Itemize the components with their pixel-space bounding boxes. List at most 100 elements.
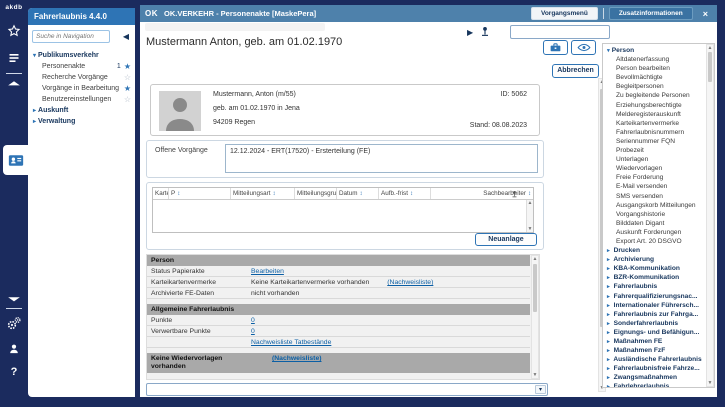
detail-link[interactable]: (Nachweisliste) xyxy=(387,277,433,287)
rp-item[interactable]: Bevollmächtigte xyxy=(603,73,705,82)
table-column-header[interactable]: Datum ↕ xyxy=(337,188,379,199)
detail-link[interactable]: 0 xyxy=(251,315,255,325)
table-column-header[interactable]: Mitteilungsart ↕ xyxy=(231,188,295,199)
detail-link[interactable]: 0 xyxy=(251,326,255,336)
rp-group[interactable]: ▸ Archivierung xyxy=(603,255,705,264)
menu-list-icon[interactable] xyxy=(0,52,28,64)
sort-icon[interactable]: ↕ xyxy=(410,191,413,197)
rp-group[interactable]: ▸ Fahrerlaubnis xyxy=(603,282,705,291)
open-case-entry[interactable]: 12.12.2024 - ERT(17520) - Ersterteilung … xyxy=(230,147,533,156)
rp-item[interactable]: Probezeit xyxy=(603,146,705,155)
scroll-down-icon[interactable]: ▼ xyxy=(527,226,533,232)
rp-group[interactable]: ▸ Internationaler Führersch... xyxy=(603,301,705,310)
rp-item[interactable]: SMS versenden xyxy=(603,192,705,201)
rp-item[interactable]: E-Mail versenden xyxy=(603,182,705,191)
user-icon[interactable] xyxy=(0,342,28,356)
rp-group-person[interactable]: ▾Person xyxy=(603,46,705,55)
nav-item[interactable]: Benutzereinstellungen xyxy=(28,94,135,105)
rp-item[interactable]: Freie Forderung xyxy=(603,173,705,182)
nav-search-input[interactable] xyxy=(32,30,110,43)
vorgangsmenu-button[interactable]: Vorgangsmenü xyxy=(531,7,598,20)
table-column-header[interactable]: Aufb.-frist ↕ xyxy=(379,188,431,199)
neuanlage-button[interactable]: Neuanlage xyxy=(475,233,537,246)
active-tab-personenakte[interactable] xyxy=(3,145,28,175)
rp-group[interactable]: ▸ Maßnahmen FzF xyxy=(603,346,705,355)
cancel-button[interactable]: Abbrechen xyxy=(552,64,599,78)
table-column-header[interactable]: Karteikartenvermerk ↕ xyxy=(153,188,169,199)
expand-icon[interactable]: ▶ xyxy=(467,28,473,37)
chevron-up-icon[interactable] xyxy=(0,79,28,87)
rp-item[interactable]: Ausgangskorb Mitteilungen xyxy=(603,201,705,210)
rp-scrollbar[interactable]: ▲ ▼ xyxy=(706,44,714,387)
rp-group[interactable]: ▸ Eignungs- und Befähigun... xyxy=(603,328,705,337)
rp-group[interactable]: ▸ BZR-Kommunikation xyxy=(603,273,705,282)
collapse-panel-icon[interactable]: ◀ xyxy=(123,32,129,41)
scrollbar-thumb[interactable] xyxy=(533,264,537,312)
sort-icon[interactable]: ↕ xyxy=(528,191,531,197)
rp-group[interactable]: ▸ Fahrerlaubnis zur Fahrga... xyxy=(603,310,705,319)
rp-item[interactable]: Unterlagen xyxy=(603,155,705,164)
rp-item[interactable]: Vorgangshistorie xyxy=(603,210,705,219)
zusatzinformationen-button[interactable]: Zusatzinformationen xyxy=(609,7,693,20)
rp-group[interactable]: ▸ Zwangsmaßnahmen xyxy=(603,373,705,382)
favorite-star-icon[interactable] xyxy=(124,94,131,106)
rp-item[interactable]: Erziehungsberechtigte xyxy=(603,101,705,110)
nachweisliste-link[interactable]: (Nachweisliste) xyxy=(272,355,321,371)
rp-item[interactable]: Person bearbeiten xyxy=(603,64,705,73)
rp-group[interactable]: ▸ KBA-Kommunikation xyxy=(603,264,705,273)
scroll-up-icon[interactable]: ▲ xyxy=(532,256,538,262)
table-scrollbar[interactable]: ▲ ▼ xyxy=(526,200,533,232)
rp-group[interactable]: ▸ Fahrerqualifizierungsnac... xyxy=(603,292,705,301)
rp-item[interactable]: Auskunft Forderungen xyxy=(603,228,705,237)
rp-item[interactable]: Seriennummer FQN xyxy=(603,137,705,146)
briefcase-button[interactable] xyxy=(543,40,568,55)
scroll-up-icon[interactable]: ▲ xyxy=(527,200,533,206)
nav-group-verwaltung[interactable]: ▸Verwaltung xyxy=(28,116,135,127)
rp-item[interactable]: Melderegisterauskunft xyxy=(603,110,705,119)
chevron-down-icon[interactable] xyxy=(0,295,28,303)
pin-icon[interactable] xyxy=(480,25,490,43)
rp-group[interactable]: ▸ Drucken xyxy=(603,246,705,255)
sort-icon[interactable]: ↕ xyxy=(272,191,275,197)
rp-group[interactable]: ▸ Ausländische Fahrerlaubnis xyxy=(603,355,705,364)
rp-item[interactable]: Altdatenerfassung xyxy=(603,55,705,64)
karteikarten-table: Karteikartenvermerk ↕ P ↕ Mitteilungsart xyxy=(152,187,534,233)
rp-item[interactable]: Begleitpersonen xyxy=(603,82,705,91)
scroll-up-icon[interactable]: ▲ xyxy=(707,45,713,51)
rp-item[interactable]: Karteikartenvermerke xyxy=(603,119,705,128)
open-cases-listbox[interactable]: 12.12.2024 - ERT(17520) - Ersterteilung … xyxy=(225,144,538,173)
details-scrollbar[interactable]: ▲ ▼ xyxy=(531,255,539,379)
dropdown-icon[interactable]: ▾ xyxy=(535,385,546,394)
pin-column-icon[interactable] xyxy=(509,188,525,200)
settings-gears-icon[interactable] xyxy=(0,315,28,331)
scrollbar-thumb[interactable] xyxy=(708,52,712,82)
rp-item[interactable]: Export Art. 20 DSGVO xyxy=(603,237,705,246)
bottom-combobox[interactable]: ▾ xyxy=(146,383,548,396)
nav-group-publikumsverkehr[interactable]: ▾Publikumsverkehr xyxy=(28,50,135,61)
rp-item[interactable]: Zu begleitende Personen xyxy=(603,91,705,100)
sort-icon[interactable]: ↕ xyxy=(360,191,363,197)
zusatz-search-input[interactable] xyxy=(510,25,610,39)
rp-item[interactable]: Bilddaten Digant xyxy=(603,219,705,228)
nav-item[interactable]: Personenakte 1 xyxy=(28,61,135,72)
view-button[interactable] xyxy=(571,40,596,55)
nav-group-auskunft[interactable]: ▸Auskunft xyxy=(28,105,135,116)
rp-group[interactable]: ▸ Fahrerlaubnisfreie Fahrze... xyxy=(603,364,705,373)
detail-link[interactable]: Bearbeiten xyxy=(251,266,284,276)
table-column-header[interactable]: P ↕ xyxy=(169,188,231,199)
rp-group[interactable]: ▸ Sonderfahrerlaubnis xyxy=(603,319,705,328)
nav-item[interactable]: Recherche Vorgänge xyxy=(28,72,135,83)
help-icon[interactable]: ? xyxy=(0,366,28,378)
rp-item[interactable]: Fahrerlaubnisnummern xyxy=(603,128,705,137)
favorites-icon[interactable] xyxy=(0,24,28,38)
close-icon[interactable]: × xyxy=(703,9,708,19)
rp-group[interactable]: ▸ Fahrlehrerlaubnis xyxy=(603,382,705,388)
table-column-header[interactable]: Mitteilungsgrund ↕ xyxy=(295,188,337,199)
detail-link[interactable]: Nachweisliste Tatbestände xyxy=(251,337,331,347)
rp-item[interactable]: Wiedervorlagen xyxy=(603,164,705,173)
rp-group[interactable]: ▸ Maßnahmen FE xyxy=(603,337,705,346)
nav-item[interactable]: Vorgänge in Bearbeitung xyxy=(28,83,135,94)
scroll-down-icon[interactable]: ▼ xyxy=(707,380,713,386)
scroll-down-icon[interactable]: ▼ xyxy=(532,372,538,378)
sort-icon[interactable]: ↕ xyxy=(177,191,180,197)
